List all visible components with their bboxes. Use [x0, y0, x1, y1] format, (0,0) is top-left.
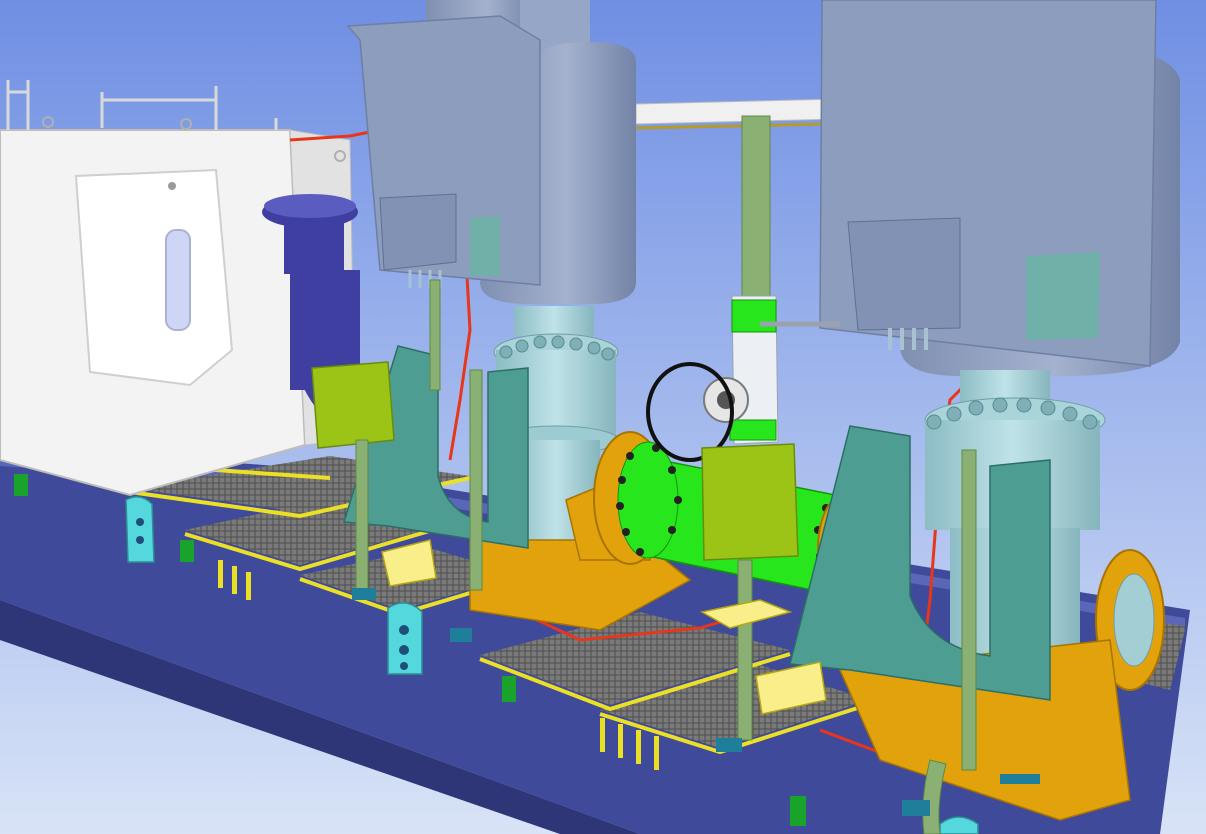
cad-viewport[interactable] [0, 0, 1206, 834]
pump-skid-render [0, 0, 1206, 834]
motor-left [346, 0, 636, 304]
motor-right [819, 0, 1180, 376]
